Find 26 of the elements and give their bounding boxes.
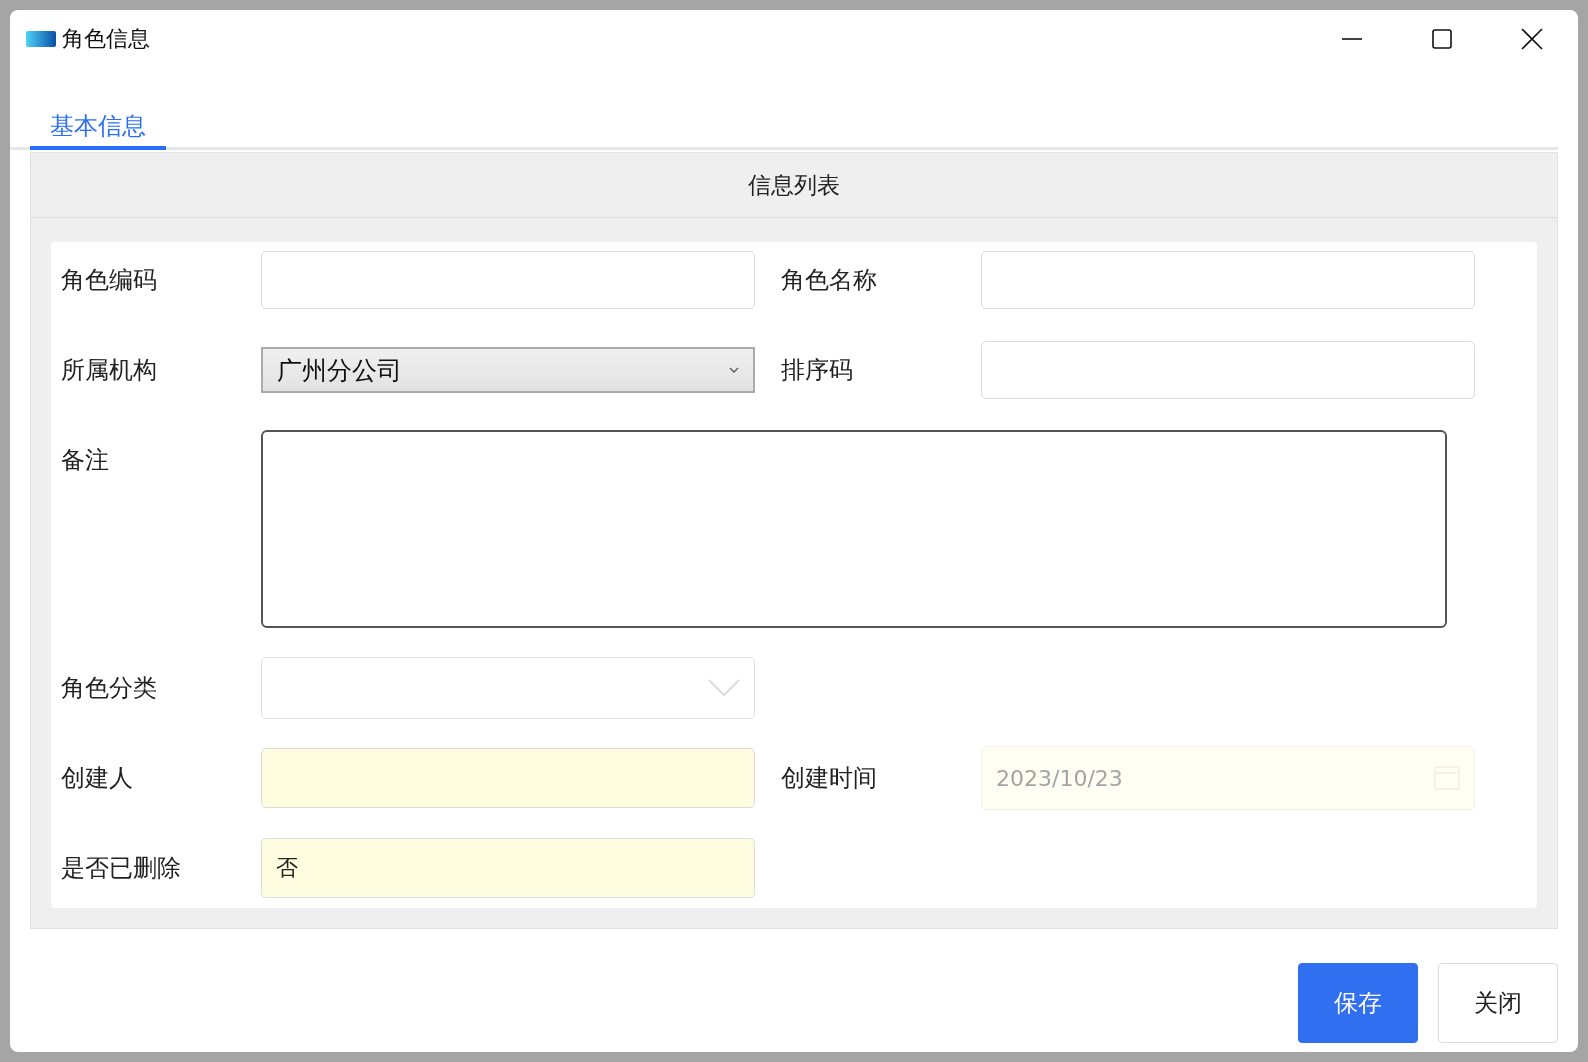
field-label: 角色名称 (781, 265, 878, 296)
select-field[interactable]: 广州分公司 (261, 347, 755, 393)
field-label: 角色分类 (61, 673, 158, 704)
close-button[interactable]: 关闭 (1438, 963, 1558, 1043)
panel-title: 信息列表 (748, 170, 840, 200)
field-label: 角色编码 (61, 265, 158, 296)
input-field[interactable] (981, 341, 1475, 399)
input-field[interactable] (261, 251, 755, 309)
app-icon (26, 31, 56, 47)
field-label: 备注 (61, 445, 110, 476)
input-field[interactable] (981, 251, 1475, 309)
save-button[interactable]: 保存 (1298, 963, 1418, 1043)
field-label: 所属机构 (61, 355, 158, 386)
dropdown-field[interactable] (261, 657, 755, 719)
field-label: 创建时间 (781, 763, 878, 794)
remarks-field[interactable] (261, 430, 1447, 628)
field-label: 排序码 (781, 355, 854, 386)
window-title: 角色信息 (62, 25, 150, 53)
maximize-icon[interactable] (1430, 27, 1454, 51)
close-icon[interactable] (1520, 27, 1544, 51)
readonly-field[interactable]: 否 (261, 838, 755, 898)
chevron-down-icon (708, 679, 740, 697)
caret-icon (729, 366, 739, 374)
field-label: 创建人 (61, 763, 134, 794)
readonly-field[interactable] (261, 748, 755, 808)
field-label: 是否已删除 (61, 853, 182, 884)
